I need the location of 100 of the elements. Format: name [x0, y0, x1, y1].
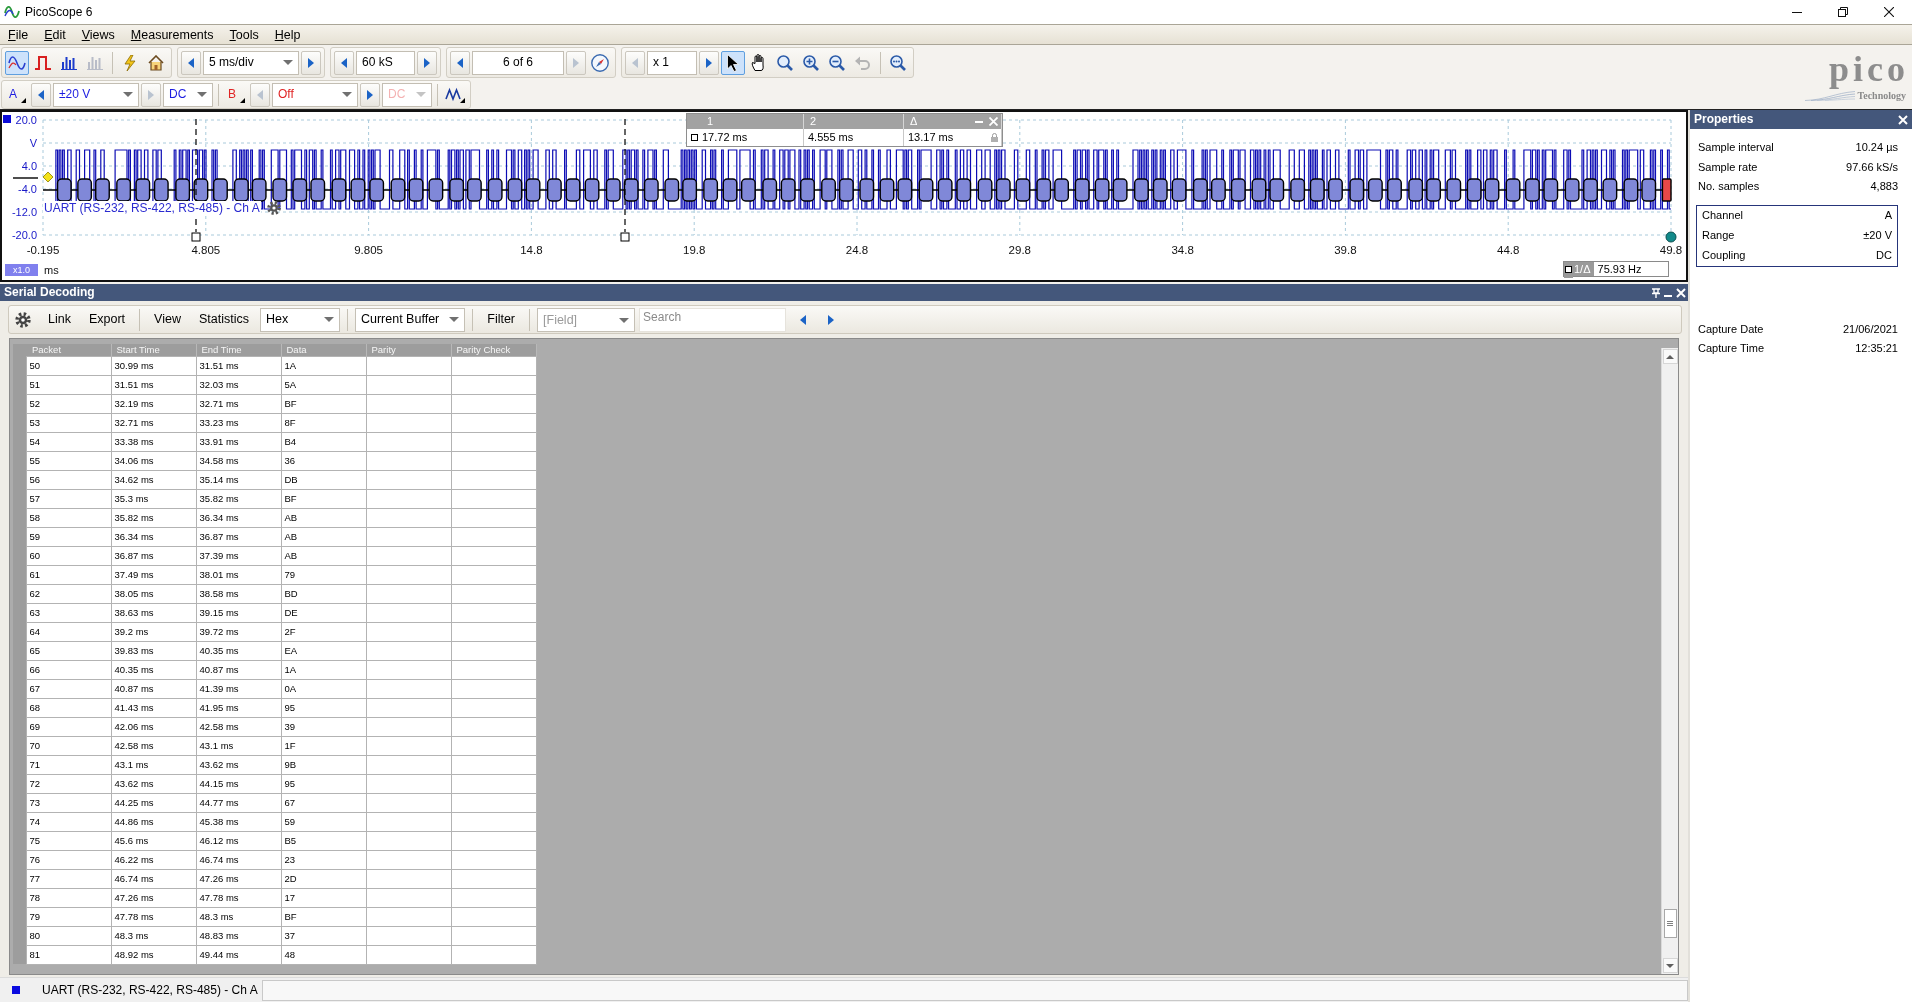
- zigzag-wave-icon: [445, 86, 465, 103]
- toolbar-button[interactable]: Statistics: [191, 307, 256, 332]
- next-button[interactable]: [417, 50, 437, 75]
- buffer-field[interactable]: 6 of 6: [472, 50, 564, 75]
- dropdown[interactable]: Current Buffer: [354, 307, 466, 332]
- toolbar-button[interactable]: Filter: [480, 307, 523, 332]
- axis-label: 9.805: [354, 244, 383, 256]
- time-cursor[interactable]: [620, 118, 630, 242]
- menu-item[interactable]: Views: [73, 25, 123, 44]
- property-label: Sample rate: [1698, 160, 1758, 174]
- pin-icon[interactable]: [1652, 287, 1660, 298]
- logo-text: pico: [1829, 49, 1909, 90]
- range-dropdown[interactable]: ±20 V: [53, 82, 139, 107]
- axis-label: -0.195: [26, 244, 60, 256]
- right-triangle-icon: [706, 57, 712, 68]
- left-triangle-icon: [341, 57, 347, 68]
- pointer-icon: [727, 53, 739, 72]
- axis-label: 19.8: [683, 244, 706, 256]
- caret-icon: [197, 92, 207, 97]
- home-icon: [148, 54, 164, 71]
- close-icon[interactable]: [1676, 287, 1686, 298]
- left-triangle-icon: [38, 89, 44, 100]
- toolbar-button[interactable]: View: [147, 307, 188, 332]
- toolbar-button[interactable]: Link: [41, 307, 78, 332]
- gear-icon[interactable]: [15, 311, 31, 328]
- axis-label: 49.8: [1659, 244, 1683, 256]
- samples-field[interactable]: 60 kS: [356, 50, 415, 75]
- menu-item[interactable]: Tools: [221, 25, 267, 44]
- next-button[interactable]: [699, 50, 719, 75]
- channel-square-icon: [3, 115, 11, 123]
- lightning-icon: [124, 54, 136, 71]
- menu-item[interactable]: Help: [266, 25, 309, 44]
- next-button[interactable]: [360, 82, 380, 107]
- caret-icon: [123, 92, 133, 97]
- previous-button[interactable]: [181, 50, 201, 75]
- next-button[interactable]: [301, 50, 321, 75]
- right-triangle-icon[interactable]: [828, 314, 835, 325]
- search-field[interactable]: Search: [639, 307, 787, 332]
- scrollbar-thumb[interactable]: [1663, 909, 1677, 938]
- magnifier-icon: [890, 54, 906, 71]
- cursor-value: 17.72 ms: [702, 130, 748, 145]
- caret-up-icon: [1666, 354, 1674, 359]
- scroll-down-button[interactable]: [1662, 958, 1678, 973]
- field-dropdown[interactable]: [Field]: [537, 307, 636, 332]
- minimize-icon[interactable]: [975, 120, 983, 123]
- zoom-in-icon: [803, 54, 819, 71]
- compass-icon: [591, 53, 609, 72]
- gear-icon[interactable]: [266, 201, 281, 215]
- previous-button[interactable]: [31, 82, 51, 107]
- frequency-value: 75.93 Hz: [1596, 262, 1643, 276]
- zoom-field[interactable]: x 1: [647, 50, 697, 75]
- property-value: 4,883: [1870, 180, 1898, 194]
- offset-marker: [12, 177, 39, 179]
- property-label: Sample interval: [1698, 141, 1774, 155]
- property-label: Capture Time: [1698, 342, 1765, 356]
- undo-arrow-icon: [855, 55, 871, 70]
- scroll-up-button[interactable]: [1662, 349, 1678, 364]
- property-value: 97.66 kS/s: [1846, 160, 1898, 174]
- square-pulse-icon: [35, 55, 51, 70]
- menu-item[interactable]: Edit: [36, 25, 74, 44]
- right-triangle-icon: [148, 89, 154, 100]
- window-title: PicoScope 6: [25, 4, 93, 20]
- axis-label: 44.8: [1497, 244, 1520, 256]
- dropdown[interactable]: Hex: [259, 307, 340, 332]
- previous-button[interactable]: [450, 50, 470, 75]
- previous-button[interactable]: [334, 50, 354, 75]
- property-label: Range: [1702, 228, 1735, 243]
- zoom-factor-badge: x1.0: [5, 264, 38, 276]
- channel-button[interactable]: B: [224, 82, 248, 107]
- column-header: 2: [810, 114, 817, 129]
- caret-icon: [416, 92, 426, 97]
- status-tab-label[interactable]: UART (RS-232, RS-422, RS-485) - Ch A: [42, 982, 262, 998]
- column-header: 1: [707, 114, 714, 129]
- caret-icon: [342, 92, 352, 97]
- property-label: Capture Date: [1698, 322, 1764, 336]
- grip-icon: [1667, 921, 1673, 926]
- row-header[interactable]: [13, 945, 26, 964]
- axis-unit-label: ms: [44, 264, 59, 276]
- trigger-marker-icon: [42, 171, 54, 183]
- mode-button[interactable]: [5, 50, 29, 75]
- magnifier-icon: [777, 54, 793, 71]
- square-handle-icon: [691, 134, 698, 141]
- scrollbar[interactable]: [1661, 348, 1678, 974]
- restore-icon: [1838, 7, 1848, 17]
- axis-handle-icon[interactable]: [1665, 231, 1677, 243]
- menu-item[interactable]: File: [0, 25, 37, 44]
- close-icon[interactable]: [1898, 114, 1908, 125]
- coupling-dropdown[interactable]: DC: [163, 82, 213, 107]
- table-cell: 1A: [281, 356, 366, 375]
- toolbar-button[interactable]: Export: [81, 307, 133, 332]
- caret-icon: [323, 317, 334, 322]
- channel-button[interactable]: A: [5, 82, 29, 107]
- left-triangle-icon[interactable]: [800, 314, 807, 325]
- bar-chart-icon: [87, 55, 103, 70]
- right-triangle-icon: [424, 57, 430, 68]
- cursor-value: 13.17 ms: [908, 130, 954, 145]
- range-dropdown[interactable]: Off: [272, 82, 358, 107]
- tool-button[interactable]: [721, 50, 745, 75]
- timebase-dropdown[interactable]: 5 ms/div: [203, 50, 299, 75]
- menu-item[interactable]: Measurements: [122, 25, 222, 44]
